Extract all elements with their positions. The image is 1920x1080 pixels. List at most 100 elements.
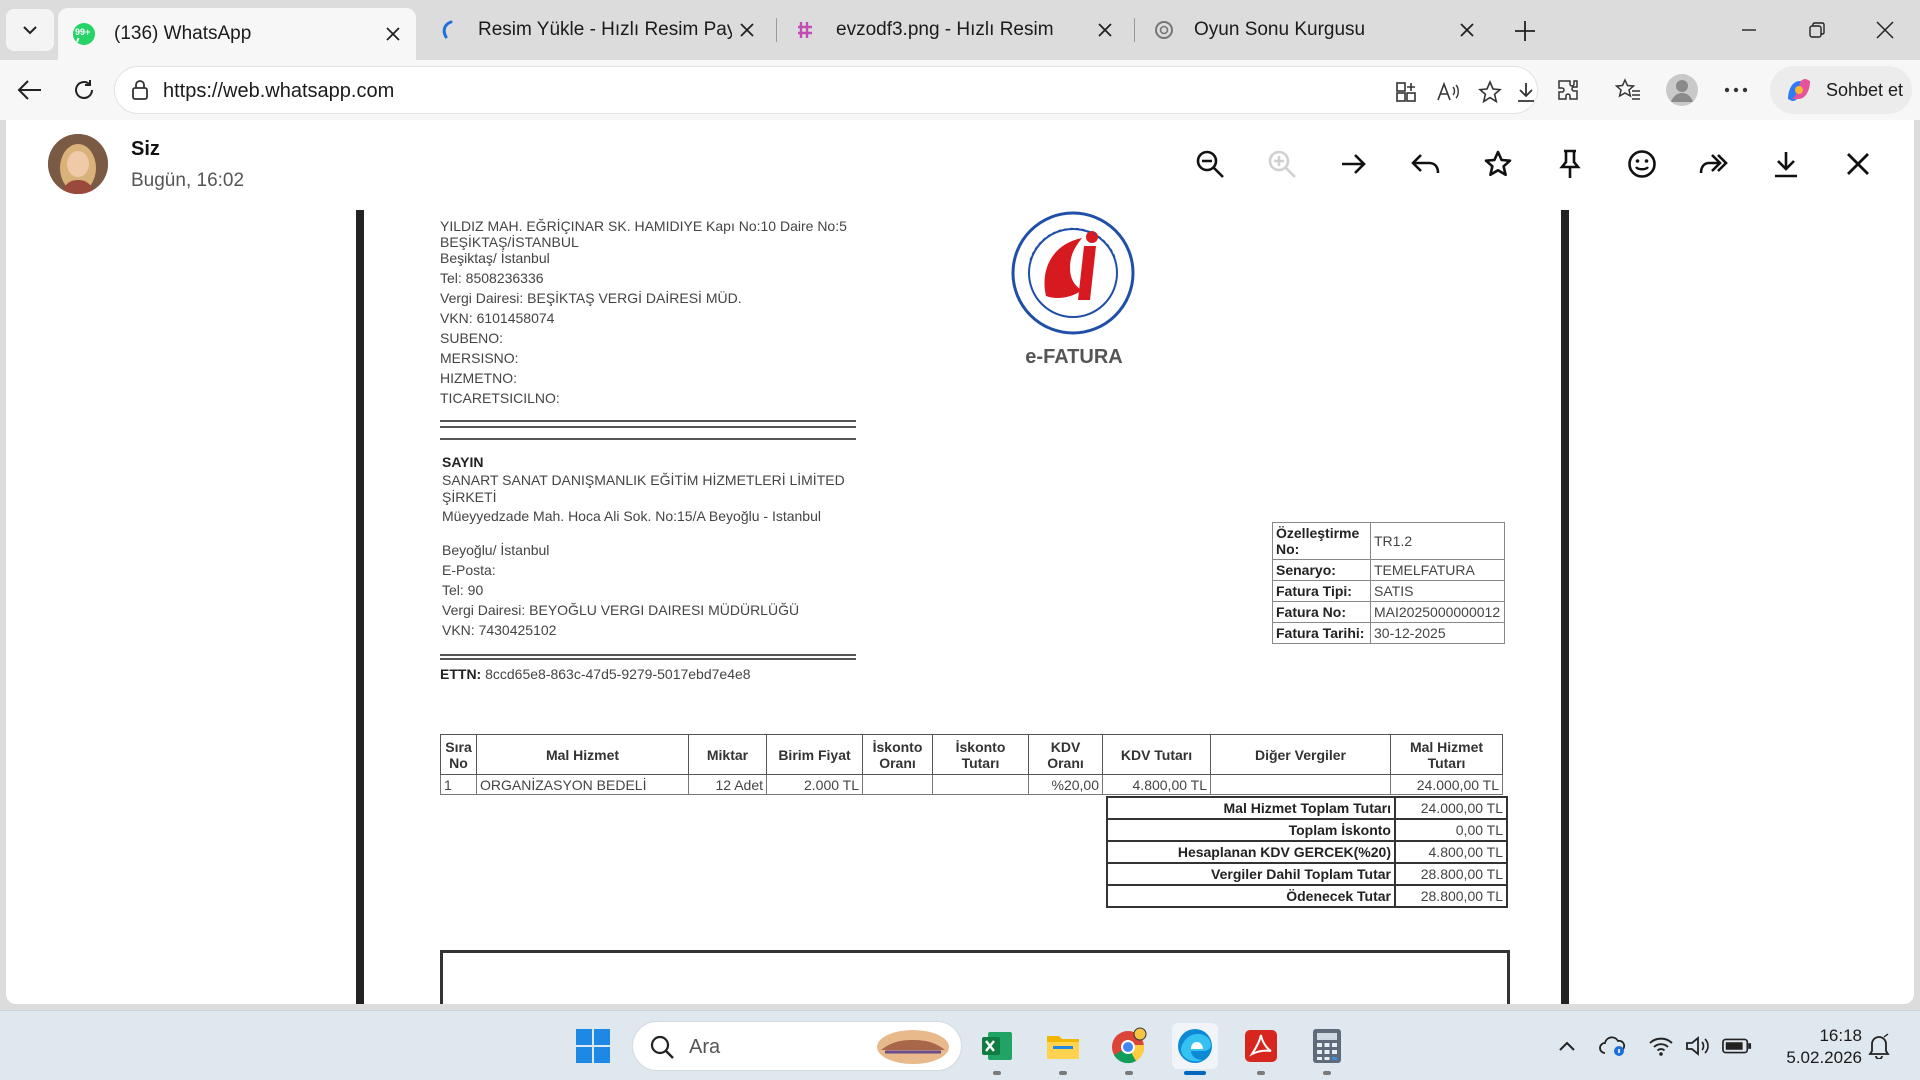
tab-actions-menu-button[interactable] [6, 9, 54, 51]
totals-key: Vergiler Dahil Toplam Tutar [1106, 862, 1396, 886]
calculator-taskbar-icon[interactable] [1304, 1023, 1350, 1075]
arrow-right-icon [1342, 154, 1366, 174]
read-aloud-icon[interactable] [1435, 79, 1461, 105]
taskbar-clock[interactable]: 16:18 5.02.2026 [1772, 1025, 1862, 1069]
totals-key: Hesaplanan KDV GERCEK(%20) [1106, 840, 1396, 864]
start-button[interactable] [570, 1023, 616, 1069]
tab-resim-yukle[interactable]: Resim Yükle - Hızlı Resim Paylaş - Hızlı… [422, 8, 770, 52]
back-button[interactable] [12, 72, 48, 108]
cell-item: ORGANİZASYON BEDELİ [476, 774, 689, 795]
hizli-resim-favicon-icon [794, 18, 818, 42]
refresh-icon [75, 80, 93, 99]
totals-value: 0,00 TL [1394, 818, 1508, 842]
favorite-star-icon[interactable] [1477, 79, 1503, 105]
chevron-down-icon [23, 26, 37, 35]
meta-row: Özelleştirme No: TR1.2 [1272, 522, 1505, 560]
tab-oyun-sonu[interactable]: Oyun Sonu Kurgusu [1138, 8, 1490, 52]
buyer-email: E-Posta: [442, 562, 496, 578]
download-icon [1775, 152, 1797, 178]
divider [440, 426, 856, 428]
volume-tray-icon[interactable] [1684, 1031, 1714, 1061]
search-placeholder: Ara [689, 1036, 721, 1058]
totals-key: Ödenecek Tutar [1106, 884, 1396, 908]
excel-taskbar-icon[interactable] [974, 1023, 1020, 1075]
tab-whatsapp[interactable]: 99+ (136) WhatsApp [58, 8, 416, 60]
seller-line: VKN: 6101458074 [440, 310, 555, 326]
minimize-window-button[interactable] [1724, 10, 1774, 50]
totals-value: 28.800,00 TL [1394, 884, 1508, 908]
close-tab-button[interactable] [1452, 15, 1482, 45]
new-tab-button[interactable] [1508, 14, 1542, 48]
tab-separator [776, 18, 777, 42]
totals-row: Mal Hizmet Toplam Tutarı 24.000,00 TL [1106, 796, 1508, 820]
close-window-button[interactable] [1860, 10, 1910, 50]
forward-button[interactable] [1692, 142, 1736, 186]
star-message-button[interactable] [1476, 142, 1520, 186]
more-menu-icon[interactable] [1718, 70, 1754, 110]
running-indicator [993, 1071, 1001, 1075]
notifications-bell-icon[interactable] [1864, 1031, 1894, 1061]
go-to-message-button[interactable] [1332, 142, 1376, 186]
onedrive-tray-icon[interactable] [1598, 1031, 1628, 1061]
meta-row: Fatura No: MAI2025000000012 [1272, 601, 1505, 623]
restore-window-button[interactable] [1792, 10, 1842, 50]
file-explorer-taskbar-icon[interactable] [1040, 1023, 1086, 1075]
lock-icon [131, 79, 149, 106]
url-text[interactable]: https://web.whatsapp.com [163, 80, 394, 103]
items-header-row: Sıra No Mal Hizmet Miktar Birim Fiyat İs… [440, 734, 1503, 775]
column-header: KDV Tutarı [1102, 734, 1211, 775]
battery-tray-icon[interactable] [1722, 1031, 1752, 1061]
download-button[interactable] [1764, 142, 1808, 186]
zoom-out-button[interactable] [1188, 142, 1232, 186]
close-viewer-button[interactable] [1836, 142, 1880, 186]
pin-message-button[interactable] [1548, 142, 1592, 186]
profile-avatar[interactable] [1664, 70, 1700, 110]
close-tab-button[interactable] [378, 19, 408, 49]
zoom-in-button[interactable] [1260, 142, 1304, 186]
seller-address-block: YILDIZ MAH. EĞRİÇINAR SK. HAMIDIYE Kapı … [440, 216, 847, 408]
wifi-tray-icon[interactable] [1646, 1031, 1676, 1061]
totals-key: Toplam İskonto [1106, 818, 1396, 842]
column-header: Mal Hizmet [476, 734, 689, 775]
address-bar[interactable]: https://web.whatsapp.com [114, 66, 1538, 114]
clock-date: 5.02.2026 [1786, 1048, 1862, 1067]
search-icon [650, 1035, 674, 1059]
close-icon [740, 23, 754, 37]
close-tab-button[interactable] [732, 15, 762, 45]
minimize-icon [1742, 29, 1756, 31]
taskbar-search-box[interactable]: Ara [632, 1021, 962, 1071]
react-button[interactable] [1620, 142, 1664, 186]
tab-title: evzodf3.png - Hızlı Resim [836, 19, 1054, 40]
close-icon [386, 27, 400, 41]
divider [440, 420, 856, 422]
cell-unit-price: 2.000 TL [766, 774, 863, 795]
extensions-icon[interactable] [1550, 70, 1586, 110]
copilot-chat-button[interactable]: Sohbet et [1770, 66, 1912, 114]
reply-button[interactable] [1404, 142, 1448, 186]
unread-badge: 99+ [75, 27, 91, 37]
close-icon [1460, 23, 1474, 37]
column-header: İskonto Tutarı [932, 734, 1029, 775]
chevron-up-icon [1559, 1041, 1575, 1051]
refresh-button[interactable] [66, 72, 102, 108]
show-hidden-icons-button[interactable] [1552, 1031, 1582, 1061]
buyer-name: SANART SANAT DANIŞMANLIK EĞİTİM HİZMETLE… [442, 472, 845, 505]
chrome-taskbar-icon[interactable] [1106, 1023, 1152, 1075]
buyer-address: Müeyyedzade Mah. Hoca Ali Sok. No:15/A B… [442, 508, 821, 524]
ettn-label: ETTN: [440, 666, 482, 682]
acrobat-taskbar-icon[interactable] [1238, 1023, 1284, 1075]
app-available-icon[interactable] [1393, 79, 1419, 105]
cell-vat-amount: 4.800,00 TL [1102, 774, 1211, 795]
downloads-icon[interactable] [1513, 79, 1539, 105]
favorites-icon[interactable] [1610, 70, 1646, 110]
ettn-line: ETTN: 8ccd65e8-863c-47d5-9279-5017ebd7e4… [440, 666, 751, 682]
running-indicator [1323, 1071, 1331, 1075]
sender-avatar[interactable] [48, 134, 108, 194]
tab-evzodf3[interactable]: evzodf3.png - Hızlı Resim [780, 8, 1128, 52]
cell-quantity: 12 Adet [688, 774, 767, 795]
edge-taskbar-icon[interactable] [1172, 1023, 1218, 1075]
cell-other-taxes [1210, 774, 1391, 795]
totals-value: 24.000,00 TL [1394, 796, 1508, 820]
column-header: Miktar [688, 734, 767, 775]
close-tab-button[interactable] [1090, 15, 1120, 45]
